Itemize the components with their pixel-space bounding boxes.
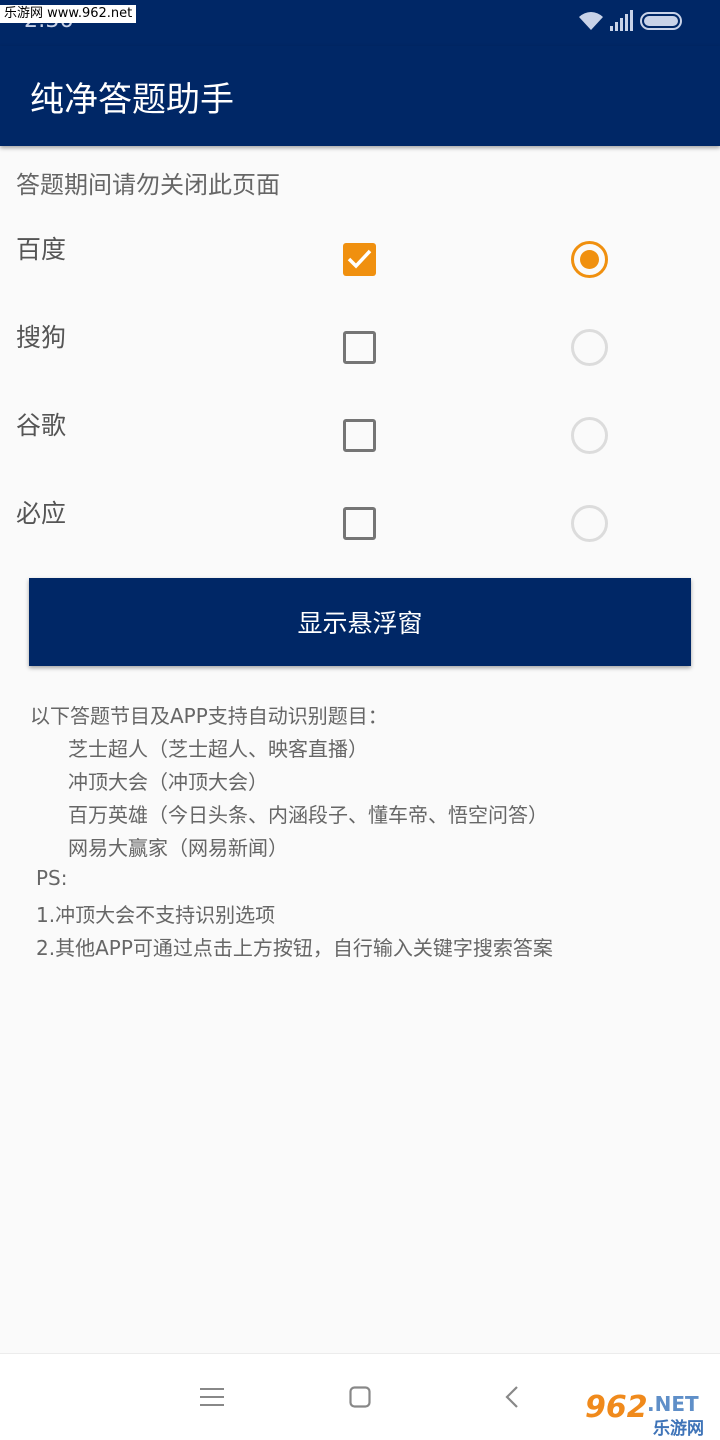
engine-checkbox-bing[interactable] — [343, 507, 376, 540]
engine-label: 必应 — [16, 499, 67, 528]
info-program: 冲顶大会（冲顶大会） — [68, 770, 268, 794]
site-watermark-label: 乐游网 www.962.net — [0, 5, 137, 23]
back-icon[interactable] — [504, 1385, 520, 1409]
engine-checkbox-baidu[interactable] — [343, 243, 376, 276]
home-icon[interactable] — [349, 1386, 371, 1408]
status-bar: 2:36 乐游网 www.962.net — [0, 0, 720, 46]
status-icons — [578, 10, 698, 34]
watermark-domain: .NET — [647, 1392, 699, 1416]
ps-label: PS: — [36, 866, 68, 890]
app-bar: 纯净答题助手 — [0, 46, 720, 146]
info-program: 网易大赢家（网易新闻） — [68, 836, 288, 860]
engine-row-baidu: 百度 — [0, 230, 720, 300]
engine-row-sogou: 搜狗 — [0, 318, 720, 388]
ps-note: 2.其他APP可通过点击上方按钮，自行输入关键字搜索答案 — [36, 936, 553, 960]
engine-radio-sogou[interactable] — [571, 329, 608, 366]
watermark-name: 乐游网 — [653, 1419, 704, 1439]
battery-icon — [640, 12, 682, 30]
engine-label: 百度 — [16, 235, 67, 264]
ps-note: 1.冲顶大会不支持识别选项 — [36, 903, 276, 927]
app-title: 纯净答题助手 — [30, 80, 234, 120]
engine-radio-bing[interactable] — [571, 505, 608, 542]
engine-row-google: 谷歌 — [0, 406, 720, 476]
info-heading: 以下答题节目及APP支持自动识别题目： — [30, 704, 388, 728]
keep-open-note: 答题期间请勿关闭此页面 — [16, 171, 280, 199]
engine-label: 搜狗 — [16, 323, 67, 352]
menu-icon[interactable] — [200, 1387, 224, 1407]
info-program: 芝士超人（芝士超人、映客直播） — [68, 737, 368, 761]
watermark-number: 962 — [585, 1390, 648, 1425]
engine-label: 谷歌 — [16, 411, 67, 440]
signal-icon — [610, 10, 633, 31]
engine-checkbox-google[interactable] — [343, 419, 376, 452]
engine-radio-baidu[interactable] — [571, 241, 608, 278]
engine-checkbox-sogou[interactable] — [343, 331, 376, 364]
engine-row-bing: 必应 — [0, 494, 720, 564]
wifi-icon — [579, 12, 603, 30]
info-program: 百万英雄（今日头条、内涵段子、懂车帝、悟空问答） — [68, 803, 548, 827]
check-icon — [347, 249, 372, 269]
show-float-window-button[interactable]: 显示悬浮窗 — [29, 578, 691, 666]
engine-radio-google[interactable] — [571, 417, 608, 454]
site-watermark-logo: 962 .NET 乐游网 — [585, 1390, 713, 1439]
